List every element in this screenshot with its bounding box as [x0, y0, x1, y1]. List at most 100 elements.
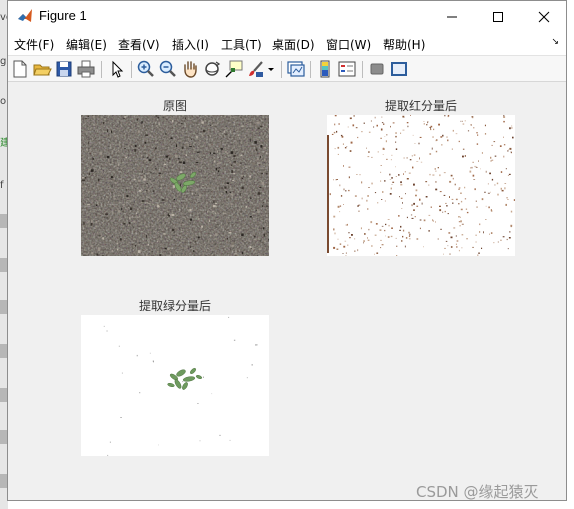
speck: [432, 136, 434, 138]
speck: [135, 244, 137, 247]
speck: [380, 165, 382, 166]
speck: [444, 247, 446, 249]
edit-plot-arrow-icon[interactable]: [107, 59, 127, 79]
toolbar-separator: [131, 61, 132, 78]
speck: [380, 137, 382, 139]
speck: [477, 134, 479, 136]
speck: [245, 137, 247, 141]
speck: [124, 239, 126, 241]
speck: [497, 241, 499, 243]
hide-plot-tools-icon[interactable]: [367, 59, 387, 79]
speck: [415, 194, 417, 197]
speck: [250, 248, 252, 249]
data-cursor-icon[interactable]: [224, 59, 244, 79]
speck: [263, 146, 266, 149]
speck: [136, 354, 138, 357]
speck: [136, 216, 139, 219]
speck: [155, 168, 157, 170]
speck: [484, 124, 486, 127]
speck: [371, 245, 373, 247]
speck: [215, 167, 217, 171]
speck: [507, 175, 510, 176]
speck: [88, 169, 91, 171]
speck: [350, 141, 353, 144]
speck: [251, 364, 253, 366]
speck: [159, 119, 161, 122]
speck: [149, 181, 151, 183]
speck: [418, 142, 420, 145]
speck: [411, 217, 414, 219]
speck: [398, 174, 400, 176]
speck: [460, 192, 462, 194]
insert-legend-icon[interactable]: [337, 59, 357, 79]
speck: [108, 220, 110, 221]
green-component-axes[interactable]: [81, 315, 269, 456]
subplot-title-green: 提取绿分量后: [138, 299, 211, 313]
maximize-button[interactable]: [475, 1, 521, 32]
print-icon[interactable]: [76, 59, 96, 79]
speck: [264, 165, 267, 166]
original-image-axes[interactable]: [81, 115, 269, 256]
menu-window[interactable]: 窗口(W): [326, 36, 371, 53]
toolbar-separator: [281, 61, 282, 78]
brush-icon[interactable]: [246, 59, 266, 79]
speck: [359, 174, 361, 176]
speck: [438, 123, 440, 126]
speck: [123, 222, 126, 225]
speck: [416, 238, 419, 240]
speck: [218, 118, 222, 121]
speck: [206, 249, 207, 252]
speck: [405, 193, 406, 195]
dock-arrow-icon[interactable]: ↘: [551, 37, 559, 47]
pan-hand-icon[interactable]: [180, 59, 200, 79]
speck: [435, 181, 437, 183]
menu-desktop[interactable]: 桌面(D): [272, 36, 315, 53]
speck: [190, 204, 191, 207]
speck: [476, 206, 478, 208]
speck: [409, 238, 411, 240]
menu-edit[interactable]: 编辑(E): [66, 36, 107, 53]
new-figure-icon[interactable]: [10, 59, 30, 79]
menu-tools[interactable]: 工具(T): [221, 36, 262, 53]
close-button[interactable]: [521, 1, 567, 32]
zoom-out-icon[interactable]: [158, 59, 178, 79]
zoom-in-icon[interactable]: [136, 59, 156, 79]
speck: [82, 179, 85, 181]
speck: [240, 150, 242, 153]
speck: [342, 253, 344, 254]
menu-help[interactable]: 帮助(H): [383, 36, 425, 53]
speck: [443, 253, 444, 255]
speck: [158, 172, 161, 174]
speck: [182, 381, 184, 383]
speck: [102, 237, 104, 240]
red-component-axes[interactable]: [327, 115, 515, 256]
speck: [445, 202, 447, 204]
show-plot-tools-icon[interactable]: [389, 59, 409, 79]
speck: [363, 122, 365, 124]
speck: [243, 176, 244, 178]
brush-dropdown-icon[interactable]: [266, 59, 276, 79]
speck: [249, 216, 252, 218]
speck: [419, 198, 421, 201]
speck: [138, 209, 140, 212]
open-file-icon[interactable]: [32, 59, 52, 79]
link-plot-icon[interactable]: [286, 59, 306, 79]
speck: [99, 232, 102, 234]
title-bar[interactable]: Figure 1: [8, 1, 566, 32]
speck: [371, 156, 373, 158]
speck: [499, 145, 502, 147]
speck: [479, 223, 481, 226]
menu-view[interactable]: 查看(V): [118, 36, 160, 53]
menu-file[interactable]: 文件(F): [14, 36, 54, 53]
save-icon[interactable]: [54, 59, 74, 79]
menu-insert[interactable]: 插入(I): [172, 36, 209, 53]
speck: [258, 236, 260, 238]
insert-colorbar-icon[interactable]: [315, 59, 335, 79]
rotate-3d-icon[interactable]: [202, 59, 222, 79]
speck: [442, 211, 444, 213]
speck: [513, 199, 515, 201]
minimize-button[interactable]: [429, 1, 475, 32]
speck: [494, 184, 496, 186]
speck: [444, 210, 446, 213]
speck: [490, 160, 492, 162]
